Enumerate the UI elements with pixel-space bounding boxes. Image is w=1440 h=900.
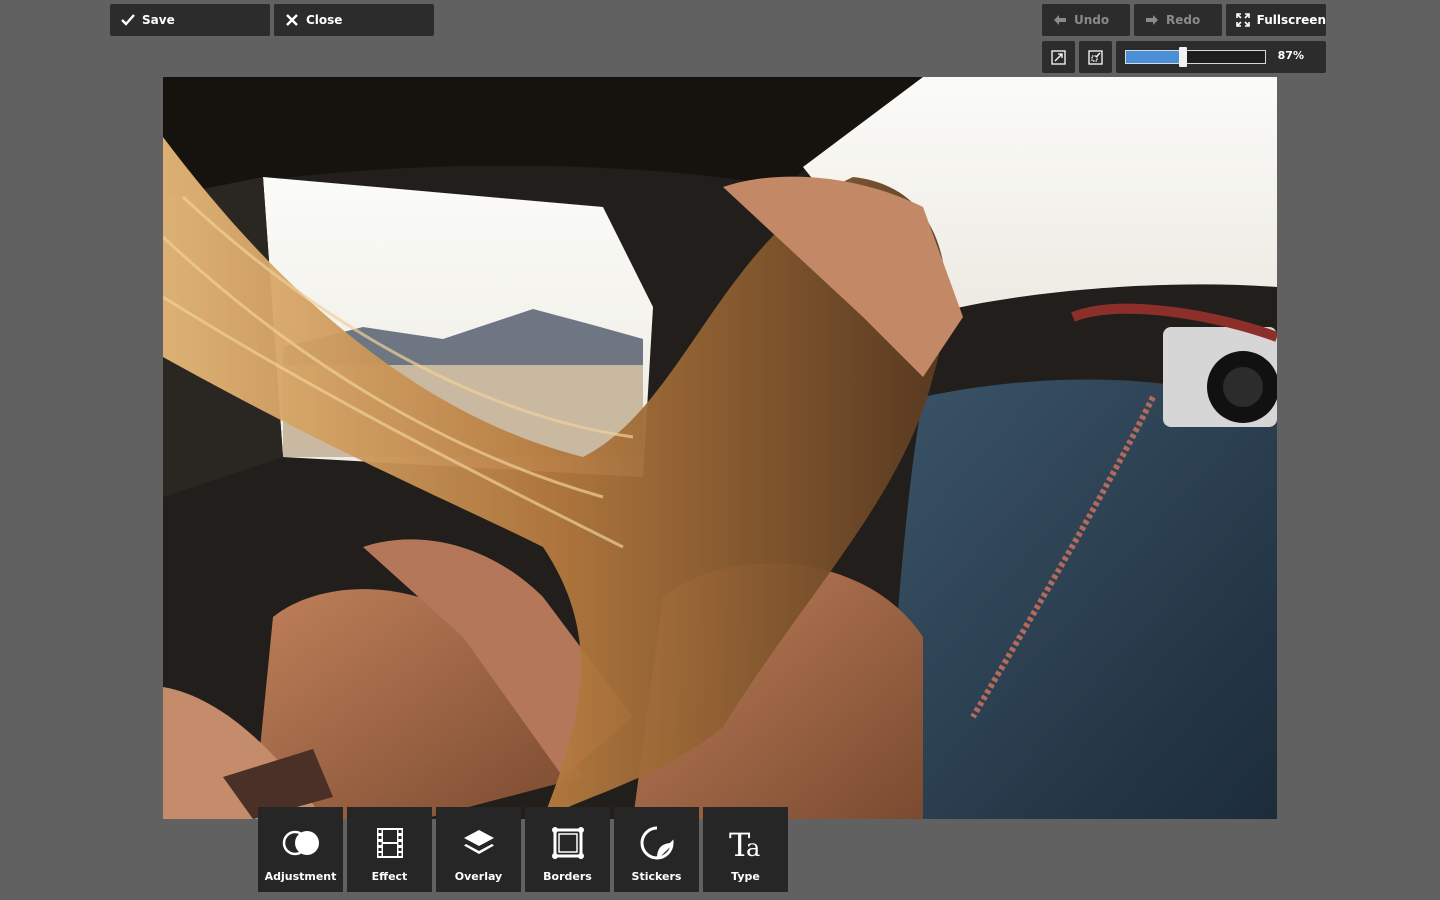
svg-text:a: a <box>746 834 760 860</box>
close-icon <box>284 12 300 28</box>
redo-label: Redo <box>1166 13 1201 27</box>
tool-label: Borders <box>543 870 592 883</box>
editor-toolbar: Adjustment Effect Overlay Borders Sticke… <box>258 807 788 892</box>
type-icon: T a <box>726 826 766 860</box>
close-button[interactable]: Close <box>274 4 434 36</box>
tool-effect[interactable]: Effect <box>347 807 432 892</box>
tool-label: Stickers <box>631 870 682 883</box>
tool-adjustment[interactable]: Adjustment <box>258 807 343 892</box>
adjustment-icon <box>281 826 321 860</box>
save-button[interactable]: Save <box>110 4 270 36</box>
zoom-slider-fill <box>1126 51 1182 63</box>
zoom-slider-handle[interactable] <box>1178 47 1187 67</box>
tool-label: Type <box>731 870 760 883</box>
tool-borders[interactable]: Borders <box>525 807 610 892</box>
zoom-slider-track[interactable] <box>1125 50 1266 64</box>
sticker-icon <box>637 826 677 860</box>
zoom-fit-button[interactable] <box>1042 41 1075 73</box>
film-icon <box>370 826 410 860</box>
redo-button[interactable]: Redo <box>1134 4 1222 36</box>
tool-stickers[interactable]: Stickers <box>614 807 699 892</box>
photo-canvas[interactable] <box>163 77 1277 819</box>
save-label: Save <box>142 13 175 27</box>
frame-icon <box>548 826 588 860</box>
zoom-actual-size-button[interactable] <box>1079 41 1112 73</box>
check-icon <box>120 12 136 28</box>
arrow-right-icon <box>1144 12 1160 28</box>
fullscreen-icon <box>1236 12 1251 28</box>
expand-icon <box>1051 49 1066 65</box>
tool-label: Adjustment <box>264 870 337 883</box>
photo-image <box>163 77 1277 819</box>
arrow-left-icon <box>1052 12 1068 28</box>
shrink-icon <box>1088 49 1103 65</box>
zoom-slider-panel: 87% <box>1116 41 1326 73</box>
tool-label: Effect <box>371 870 408 883</box>
undo-label: Undo <box>1074 13 1110 27</box>
close-label: Close <box>306 13 343 27</box>
tool-type[interactable]: T a Type <box>703 807 788 892</box>
fullscreen-label: Fullscreen <box>1256 13 1326 27</box>
layers-icon <box>459 826 499 860</box>
fullscreen-button[interactable]: Fullscreen <box>1226 4 1326 36</box>
undo-button[interactable]: Undo <box>1042 4 1130 36</box>
tool-label: Overlay <box>454 870 503 883</box>
zoom-value: 87% <box>1277 49 1304 62</box>
tool-overlay[interactable]: Overlay <box>436 807 521 892</box>
